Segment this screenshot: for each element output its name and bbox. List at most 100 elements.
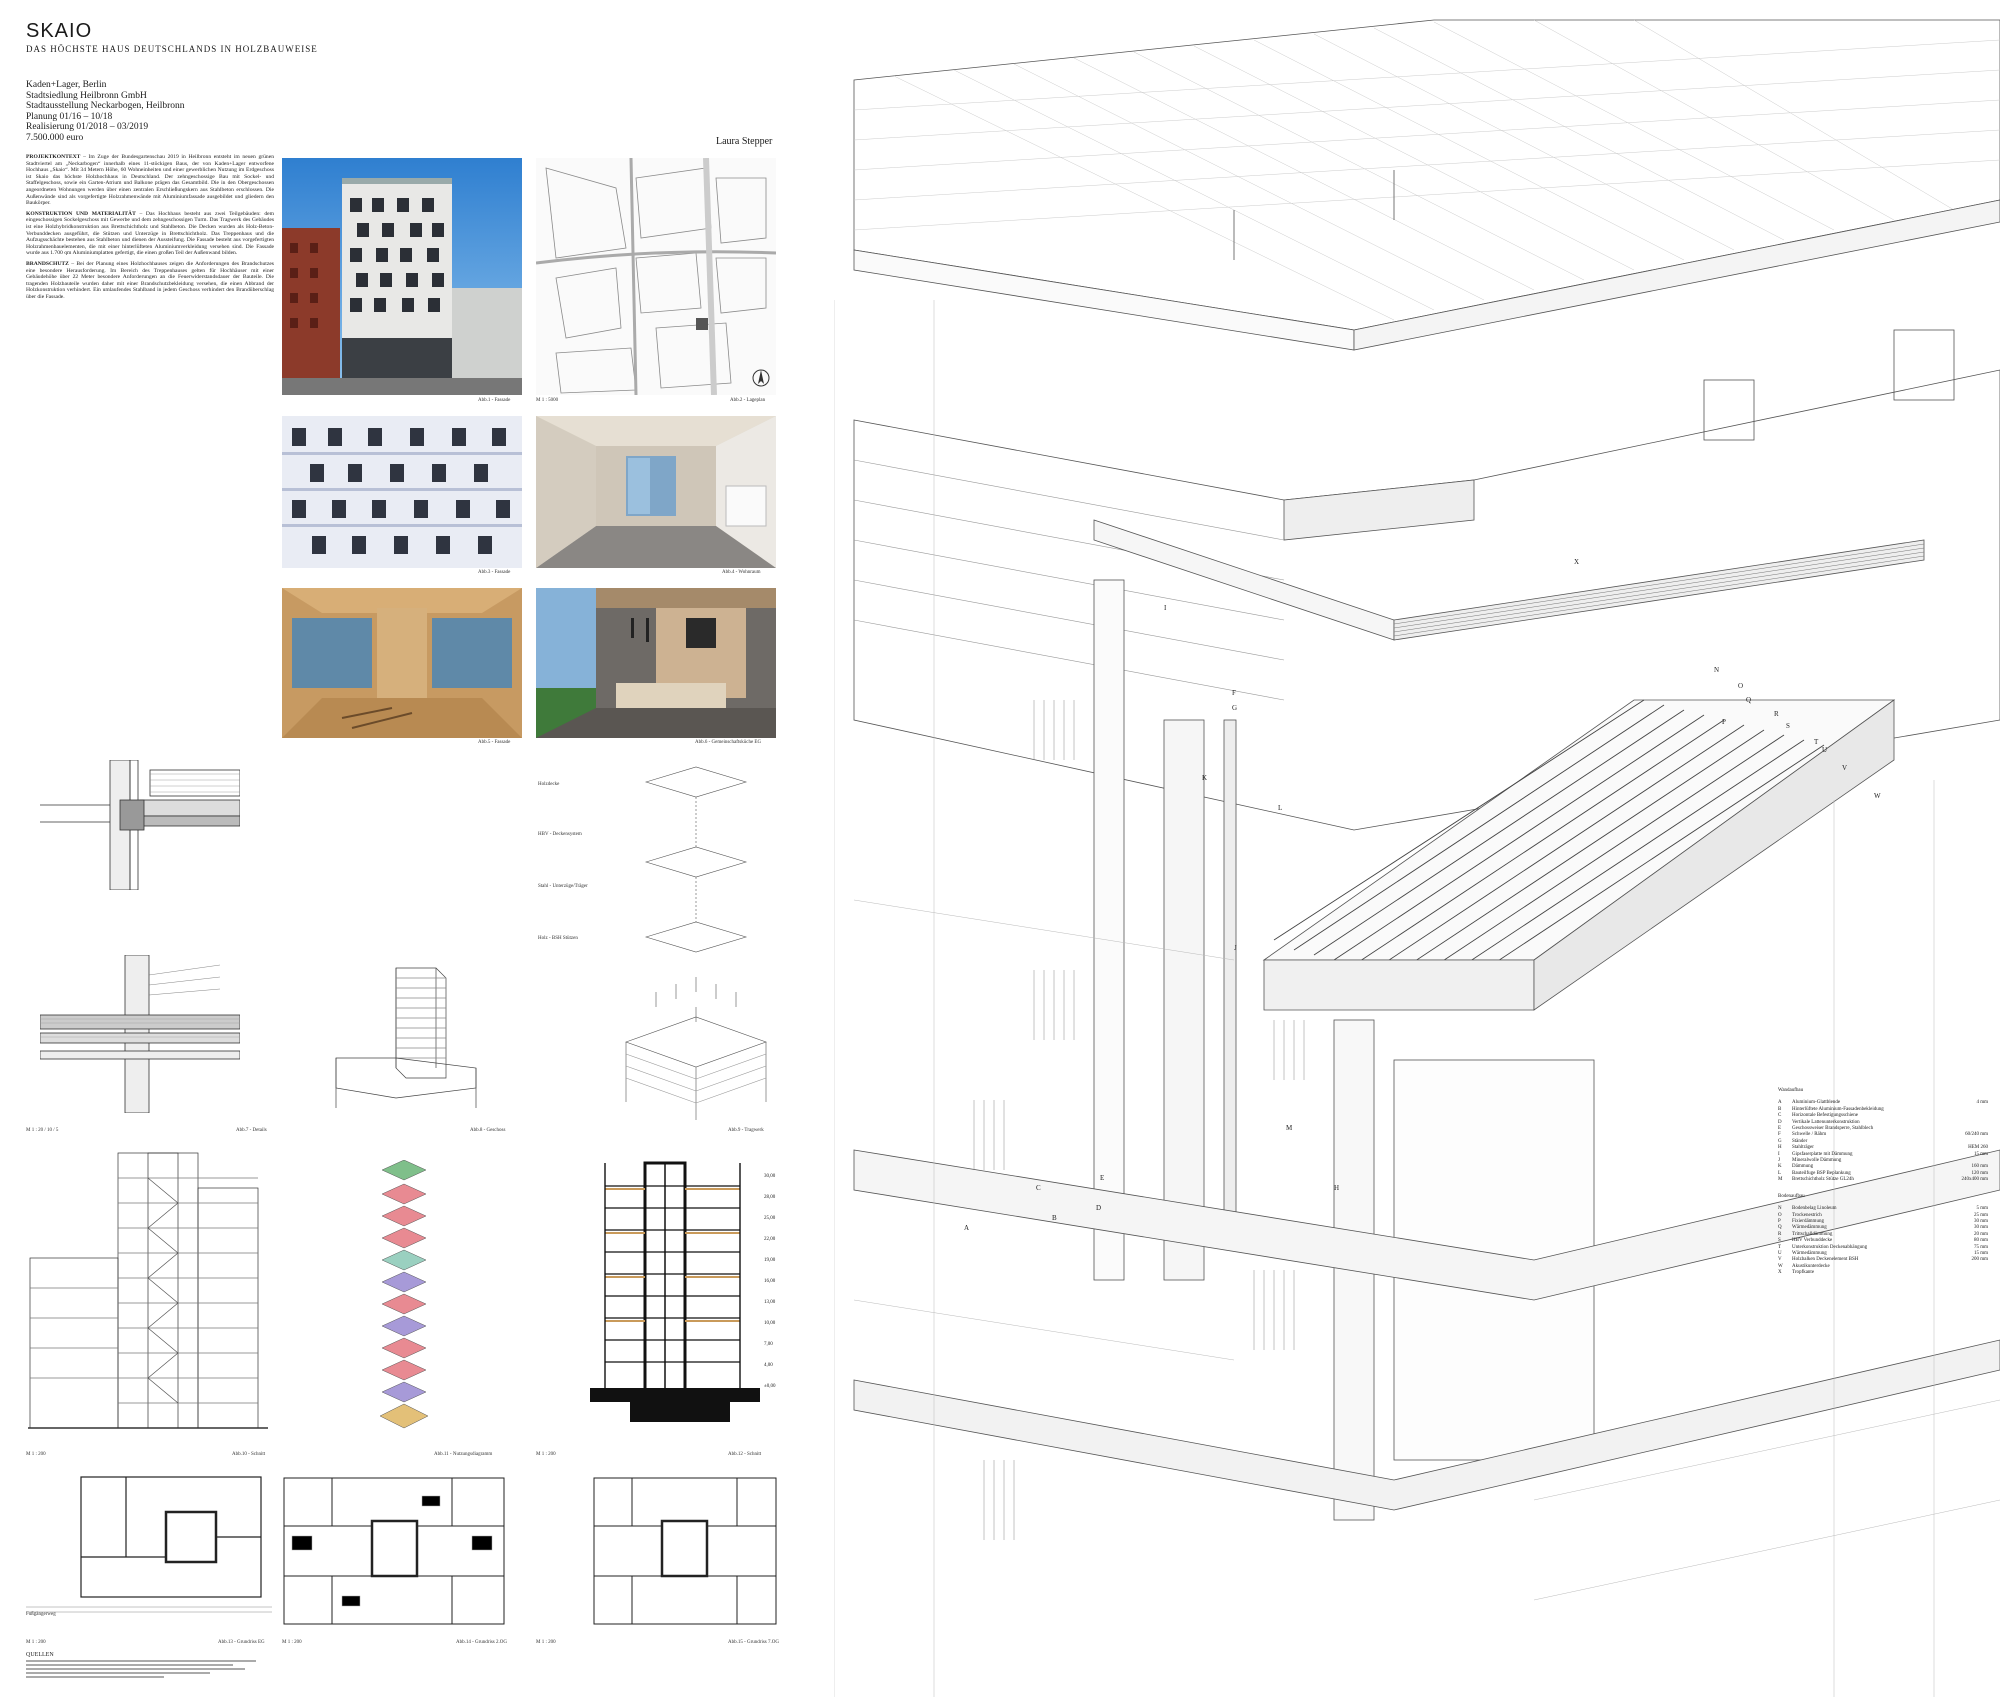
photo-kitchen [536, 588, 776, 738]
caption-fig15-scale: M 1 : 200 [536, 1640, 556, 1645]
axonometric-building [316, 958, 516, 1116]
meta-architect: Kaden+Lager, Berlin [26, 80, 107, 90]
floor-layer-list: N Bodenbelag Linoleum 5 mm O Trockenestrich 2… [1778, 1206, 1988, 1276]
detail-label: G [1232, 704, 1237, 712]
section-text: – Das Hochhaus besteht aus zwei Teilgebä… [26, 210, 274, 257]
level-label: 13,00 [764, 1300, 776, 1305]
detail-label: W [1874, 792, 1881, 800]
legend-heading-floor: Bodenaufbau [1778, 1193, 1805, 1199]
detail-label: S [1786, 722, 1790, 730]
legend-text: Brettschichtholz Stütze GL24h [1792, 1177, 1854, 1183]
caption-fig7: Abb.7 - Details [236, 1128, 267, 1133]
author-name: Laura Stepper [716, 136, 773, 147]
explode-label: Holzdecke [538, 782, 560, 787]
legend-key: M [1778, 1177, 1783, 1183]
detail-label: N [1714, 666, 1719, 674]
level-label: ±0,00 [764, 1384, 776, 1389]
sources-heading: QUELLEN [26, 1652, 54, 1658]
meta-cost: 7.500.000 euro [26, 132, 84, 143]
level-label: 16,00 [764, 1279, 776, 1284]
caption-fig2: Abb.2 - Lageplan [730, 398, 766, 403]
project-title: SKAIO [26, 20, 93, 42]
meta-location: Stadtausstellung Neckarbogen, Heilbronn [26, 101, 185, 111]
level-label: 30,00 [764, 1174, 776, 1179]
floor-plan-eg [26, 1472, 272, 1622]
detail-label: C [1036, 1184, 1041, 1192]
caption-fig10-scale: M 1 : 200 [26, 1452, 46, 1457]
section-drawing-b [590, 1158, 780, 1438]
detail-label: O [1738, 682, 1743, 690]
section-drawing-a [28, 1148, 268, 1436]
layer-legend: Wandaufbau A Aluminium-Glattblende 4 mm B Hi… [1778, 1088, 1988, 1277]
caption-fig1: Abb.1 - Fassade [478, 398, 511, 403]
detail-label: X [1574, 558, 1579, 566]
photo-facade-detail [282, 416, 522, 568]
level-label: 28,00 [764, 1195, 776, 1200]
detail-label: P [1722, 718, 1726, 726]
caption-fig4: Abb.4 - Wohnraum [722, 570, 761, 575]
detail-label: D [1096, 1204, 1101, 1212]
section-levels: 30,00 28,00 25,00 22,00 19,00 16,00 13,0… [764, 1166, 776, 1397]
level-label: 7,00 [764, 1342, 773, 1347]
caption-fig9: Abb.9 - Tragwerk [728, 1128, 764, 1133]
photo-living-room [536, 416, 776, 568]
body-text: PROJEKTKONTEXT – Im Zuge der Bundesgarte… [26, 154, 274, 758]
legend-key: X [1778, 1270, 1782, 1276]
exploded-structure [586, 762, 786, 1120]
wall-layer-list: A Aluminium-Glattblende 4 mm B Hinterlüftete… [1778, 1100, 1988, 1183]
caption-fussgaenger: Fußgängerweg [26, 1612, 56, 1617]
poster-sheet: SKAIO DAS HÖCHSTE HAUS DEUTSCHLANDS IN H… [0, 0, 800, 1697]
legend-row: M Brettschichtholz Stütze GL24h 240x400 mm [1778, 1177, 1988, 1183]
detail-label: F [1232, 689, 1236, 697]
caption-fig14-scale: M 1 : 200 [282, 1640, 302, 1645]
detail-label: R [1774, 710, 1779, 718]
section-heading: PROJEKTKONTEXT [26, 154, 81, 160]
explode-label: Holz - BSH Stützen [538, 936, 578, 941]
detail-label: I [1164, 604, 1167, 612]
legend-heading-wall: Wandaufbau [1778, 1088, 1804, 1093]
detail-drawing-bottom [40, 955, 240, 1113]
meta-client: Stadtsiedlung Heilbronn GmbH [26, 90, 147, 101]
section-text: – Bei der Planung eines Holzhochhauses z… [26, 260, 274, 300]
site-plan [536, 158, 776, 395]
detail-label: K [1202, 774, 1207, 782]
sources-list [26, 1660, 256, 1680]
detail-label: B [1052, 1214, 1057, 1222]
detail-label: V [1842, 764, 1847, 772]
section-heading: BRANDSCHUTZ [26, 260, 69, 267]
caption-fig2-scale: M 1 : 5000 [536, 398, 559, 403]
isometric-facade-detail: A B C D E F G H I J K L M N O P Q R S T … [833, 0, 2000, 1697]
detail-label: T [1814, 738, 1819, 746]
level-label: 25,00 [764, 1216, 776, 1221]
meta-realisation: Realisierung 01/2018 – 03/2019 [26, 122, 149, 132]
caption-fig14: Abb.14 - Grundriss 2.OG [456, 1640, 507, 1645]
caption-fig3: Abb.3 - Fassade [478, 570, 511, 575]
caption-fig13: Abb.13 - Grundriss EG [218, 1640, 265, 1645]
legend-value [1944, 1270, 1988, 1276]
detail-label: J [1234, 944, 1237, 952]
caption-fig12: Abb.12 - Schnitt [728, 1452, 762, 1457]
section-context: PROJEKTKONTEXT – Im Zuge der Bundesgarte… [26, 154, 274, 207]
caption-fig13-scale: M 1 : 200 [26, 1640, 46, 1645]
explode-label: Stahl - Unterzüge/Träger [538, 884, 588, 889]
photo-construction [282, 588, 522, 738]
caption-fig5: Abb.5 - Fassade [478, 740, 511, 745]
level-label: 22,00 [764, 1237, 776, 1242]
caption-fig6: Abb.6 - Gemeinschaftsküche EG [695, 740, 762, 745]
detail-label: Q [1746, 696, 1751, 704]
detail-label: H [1334, 1184, 1339, 1192]
caption-fig8: Abb.8 - Geschoss [470, 1128, 506, 1133]
floor-plan-2og [282, 1476, 506, 1626]
legend-row: X Tropfkante [1778, 1270, 1988, 1276]
project-subtitle: DAS HÖCHSTE HAUS DEUTSCHLANDS IN HOLZBAU… [26, 44, 318, 54]
detail-drawing-top [40, 760, 240, 890]
caption-fig11: Abb.11 - Nutzungsdiagramm [434, 1452, 493, 1457]
meta-planning: Planung 01/16 – 10/18 [26, 111, 113, 122]
usage-diagram [372, 1160, 436, 1436]
section-heading: KONSTRUKTION UND MATERIALITÄT [26, 210, 136, 217]
level-label: 10,00 [764, 1321, 776, 1326]
section-fire: BRANDSCHUTZ – Bei der Planung eines Holz… [26, 261, 274, 301]
photo-facade-exterior [282, 158, 522, 395]
detail-label: U [1822, 746, 1827, 754]
detail-label: A [964, 1224, 969, 1232]
